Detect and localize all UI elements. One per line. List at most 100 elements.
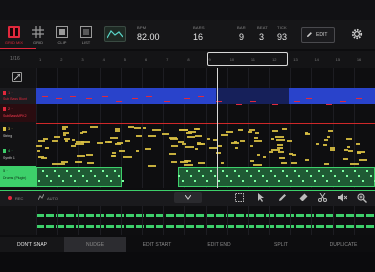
note xyxy=(262,175,264,177)
track-header-1[interactable]: 1 · Sub Bass Blunt xyxy=(0,88,36,104)
zoom-icon[interactable] xyxy=(357,193,367,203)
nudge-button[interactable]: NUDGE xyxy=(64,237,126,252)
note xyxy=(327,136,330,138)
marquee-select-icon[interactable] xyxy=(235,193,244,202)
note xyxy=(148,165,156,167)
automation-step xyxy=(256,214,264,217)
note xyxy=(350,163,359,165)
tick-value[interactable]: 93 xyxy=(277,32,287,42)
note xyxy=(250,145,253,147)
automation-view-button[interactable] xyxy=(104,26,126,42)
dont-snap-button[interactable]: DON'T SNAP xyxy=(0,237,64,252)
arrange-grid[interactable] xyxy=(36,68,375,188)
edit-button[interactable]: EDIT xyxy=(301,27,335,43)
bar-value[interactable]: 9 xyxy=(239,32,244,42)
automation-step xyxy=(46,225,54,228)
bar-number: 16 xyxy=(356,57,362,62)
pencil-tool-icon[interactable] xyxy=(278,193,287,202)
note xyxy=(182,180,184,182)
automation-step xyxy=(46,214,54,217)
bar-number: 6 xyxy=(144,57,148,62)
note xyxy=(362,180,364,182)
note xyxy=(71,145,76,147)
note xyxy=(37,150,40,152)
nav-label-clip: CLIP xyxy=(57,40,67,45)
track-label: 2 · xyxy=(8,106,13,111)
track-header-4[interactable]: 4 · Synth 1 xyxy=(0,146,36,164)
track-header-2[interactable]: 2 · SubBassMPK2 xyxy=(0,104,36,122)
chevron-down-icon xyxy=(185,195,191,200)
bar-number: 4 xyxy=(102,57,105,62)
track-view-toggle[interactable] xyxy=(12,72,22,82)
region-track-5-clip[interactable] xyxy=(178,167,375,187)
automation-step xyxy=(216,225,224,228)
automation-step xyxy=(216,214,224,217)
pointer-icon[interactable] xyxy=(257,193,266,202)
scissors-icon[interactable] xyxy=(318,193,327,202)
note xyxy=(340,101,346,102)
automation-step xyxy=(306,214,314,217)
region-track-1-clip[interactable] xyxy=(36,88,216,104)
nav-list[interactable]: LIST xyxy=(74,22,98,48)
beat-value[interactable]: 3 xyxy=(259,32,264,42)
note xyxy=(324,163,329,165)
track-name: SubBassMPK2 xyxy=(3,114,27,118)
mute-tool-icon[interactable] xyxy=(338,193,347,202)
record-dot[interactable] xyxy=(8,196,12,200)
duplicate-button[interactable]: DUPLICATE xyxy=(312,237,375,252)
bars-value[interactable]: 16 xyxy=(193,32,203,42)
track-header-3[interactable]: 3 · String xyxy=(0,124,36,142)
note xyxy=(289,153,293,155)
note xyxy=(254,180,256,182)
note xyxy=(218,145,222,147)
note xyxy=(54,170,56,172)
automation-step xyxy=(126,225,134,228)
note xyxy=(111,155,116,157)
note xyxy=(184,98,190,99)
note xyxy=(81,141,90,143)
nav-grid[interactable]: GRID xyxy=(26,22,50,48)
edit-start-button[interactable]: EDIT START xyxy=(126,237,188,252)
automation-step xyxy=(196,214,204,217)
note xyxy=(324,139,328,141)
region-track-1-clip[interactable] xyxy=(289,88,375,104)
bpm-label: BPM xyxy=(137,25,147,30)
note xyxy=(346,175,348,177)
bar-gridline xyxy=(311,206,313,235)
edit-end-button[interactable]: EDIT END xyxy=(188,237,250,252)
bar-number: 3 xyxy=(81,57,84,62)
note xyxy=(198,170,200,172)
note xyxy=(184,164,193,166)
bar-gridline xyxy=(353,206,355,235)
nav-clip[interactable]: CLIP xyxy=(50,22,74,48)
note xyxy=(350,180,352,182)
parameter-dropdown[interactable] xyxy=(174,192,202,203)
playhead xyxy=(217,68,218,188)
automation-step xyxy=(276,214,284,217)
split-button[interactable]: SPLIT xyxy=(250,237,312,252)
note xyxy=(187,136,195,138)
track-name: Drums (Plugin) xyxy=(3,176,27,180)
note xyxy=(250,101,256,102)
note xyxy=(235,147,238,149)
auto-label[interactable]: AUTO xyxy=(47,196,58,201)
eraser-icon[interactable] xyxy=(299,193,308,202)
note xyxy=(348,150,353,152)
note xyxy=(117,142,123,144)
bpm-value[interactable]: 82.00 xyxy=(137,32,160,42)
bar-number: 14 xyxy=(314,57,319,62)
edit-button-label: EDIT xyxy=(316,32,328,38)
note xyxy=(194,128,199,130)
page-indicator: 1/16 xyxy=(10,56,20,62)
automation-lane[interactable] xyxy=(36,206,375,235)
nav-grid-mix[interactable]: GRID MIX xyxy=(2,22,26,48)
note xyxy=(86,180,88,182)
track-header-5[interactable]: 5 · Drums (Plugin) xyxy=(0,166,36,187)
note xyxy=(323,144,327,146)
automation-step xyxy=(106,225,114,228)
note xyxy=(110,180,112,182)
bar-number: 9 xyxy=(208,57,211,62)
note xyxy=(136,135,142,137)
bar-number: 1 xyxy=(39,57,42,62)
gear-icon[interactable] xyxy=(351,28,363,40)
